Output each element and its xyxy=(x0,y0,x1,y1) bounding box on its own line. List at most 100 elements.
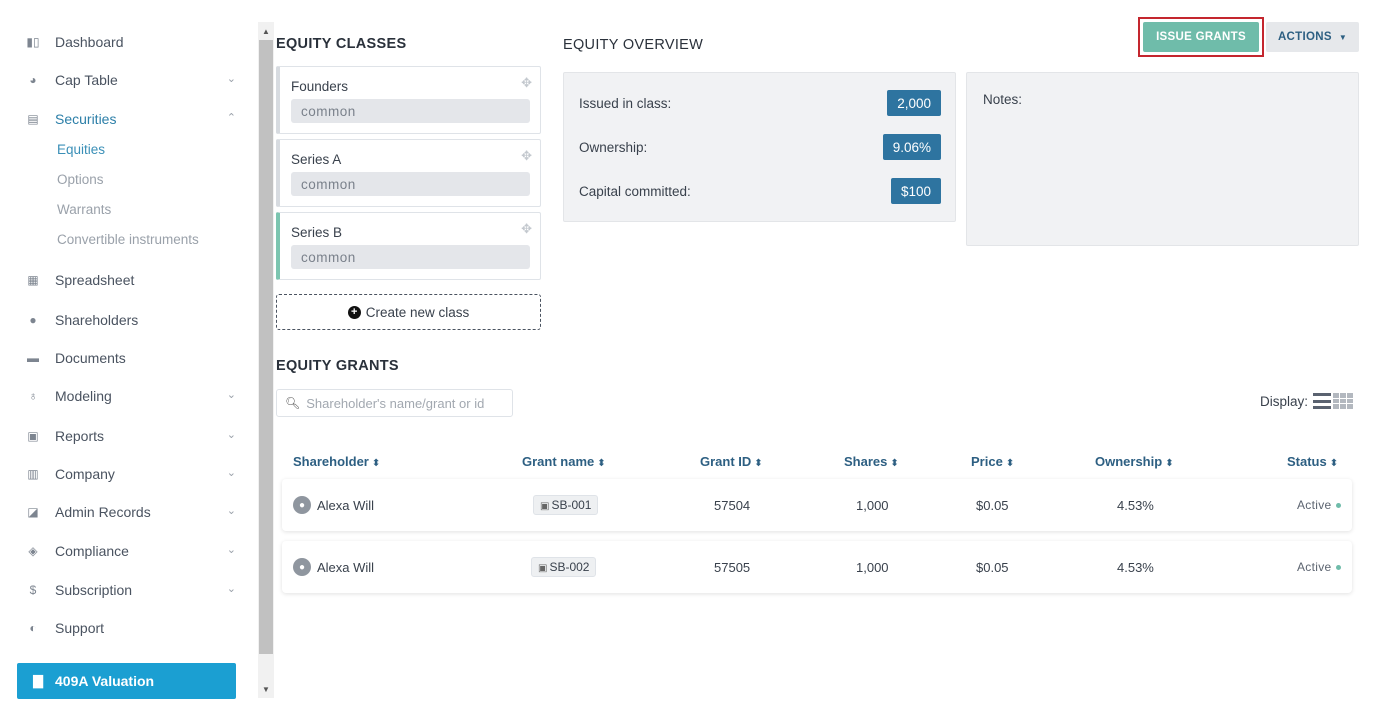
search-icon: 🔍︎ xyxy=(285,396,301,410)
create-new-class-button[interactable]: + Create new class xyxy=(276,294,541,330)
column-header-price[interactable]: Price ⬍ xyxy=(971,454,1014,469)
sidebar-item-documents[interactable]: ▬ Documents xyxy=(26,346,238,370)
status-dot-icon xyxy=(1336,565,1342,571)
chevron-down-icon: ⌄ xyxy=(226,505,236,517)
clipboard-icon: ▤ xyxy=(27,112,39,126)
sidebar-item-cap-table[interactable]: ◕ Cap Table ⌄ xyxy=(26,68,238,92)
sidebar-item-compliance[interactable]: ◈ Compliance ⌄ xyxy=(26,539,238,563)
sidebar-item-subscription[interactable]: $ Subscription ⌄ xyxy=(26,578,238,602)
sidebar-item-modeling[interactable]: ♁ Modeling ⌄ xyxy=(26,384,238,408)
grant-name-text: SB-001 xyxy=(551,498,592,512)
sidebar-item-admin-records[interactable]: ◪ Admin Records ⌄ xyxy=(26,500,238,524)
table-row[interactable]: ● Alexa Will ▣ SB-001 57504 1,000 $0.05 4… xyxy=(282,479,1352,531)
sort-icon: ⬍ xyxy=(1005,458,1015,469)
list-view-icon[interactable] xyxy=(1313,393,1332,409)
sidebar-subitem-equities[interactable]: Equities xyxy=(57,139,105,159)
class-card-series-a[interactable]: Series A ✥ common xyxy=(276,139,541,207)
scrollbar-thumb[interactable] xyxy=(259,40,273,654)
equity-classes-title: EQUITY CLASSES xyxy=(276,36,407,52)
plus-circle-icon: + xyxy=(347,305,361,319)
scroll-up-arrow-icon[interactable]: ▲ xyxy=(258,24,274,38)
cell-shareholder[interactable]: ● Alexa Will xyxy=(293,479,374,531)
valuation-label: 409A Valuation xyxy=(55,673,155,689)
column-header-grant-name[interactable]: Grant name ⬍ xyxy=(522,454,606,469)
sidebar-item-label: Cap Table xyxy=(55,72,118,88)
cell-price: $0.05 xyxy=(976,497,1009,513)
chevron-down-icon: ⌄ xyxy=(226,389,236,401)
certificate-icon: ▣ xyxy=(538,563,548,574)
caret-down-icon: ▼ xyxy=(1338,32,1348,42)
support-icon: ◐ xyxy=(29,621,37,635)
sidebar-subitem-warrants[interactable]: Warrants xyxy=(57,199,111,219)
sidebar-item-dashboard[interactable]: ▮▯ Dashboard xyxy=(26,30,238,54)
sort-icon: ⬍ xyxy=(1165,458,1174,469)
scroll-down-arrow-icon[interactable]: ▼ xyxy=(258,682,274,696)
sort-icon: ⬍ xyxy=(371,458,381,469)
sidebar-item-company[interactable]: ▥ Company ⌄ xyxy=(26,462,238,486)
pie-chart-icon: ◕ xyxy=(29,73,37,87)
grant-search-input[interactable] xyxy=(306,395,507,411)
sidebar-item-label: Dashboard xyxy=(55,34,124,50)
drag-handle-icon[interactable]: ✥ xyxy=(521,148,532,164)
409a-valuation-button[interactable]: ▇ 409A Valuation xyxy=(17,663,236,699)
display-label: Display: xyxy=(1260,393,1309,409)
sidebar-subitem-options[interactable]: Options xyxy=(57,169,104,189)
chevron-down-icon: ⌄ xyxy=(226,544,236,556)
column-header-ownership[interactable]: Ownership ⬍ xyxy=(1095,454,1174,469)
class-card-founders[interactable]: Founders ✥ common xyxy=(276,66,541,134)
sidebar-item-reports[interactable]: ▣ Reports ⌄ xyxy=(26,424,238,448)
sidebar-item-label: Documents xyxy=(55,350,126,366)
issue-grants-button[interactable]: ISSUE GRANTS xyxy=(1143,22,1259,52)
drag-handle-icon[interactable]: ✥ xyxy=(521,75,532,91)
cell-status: Active xyxy=(1297,479,1342,531)
cell-grant-name[interactable]: ▣ SB-002 xyxy=(531,541,597,593)
shareholder-name: Alexa Will xyxy=(317,559,375,575)
chevron-down-icon: ⌄ xyxy=(226,467,236,479)
cell-price: $0.05 xyxy=(976,559,1009,575)
records-icon: ◪ xyxy=(27,505,39,519)
column-header-grant-id[interactable]: Grant ID ⬍ xyxy=(700,454,763,469)
sidebar-item-securities[interactable]: ▤ Securities ⌃ xyxy=(26,107,238,131)
table-row[interactable]: ● Alexa Will ▣ SB-002 57505 1,000 $0.05 4… xyxy=(282,541,1352,593)
chevron-down-icon: ⌄ xyxy=(226,73,236,85)
actions-dropdown-button[interactable]: ACTIONS ▼ xyxy=(1266,22,1359,52)
sidebar-item-label: Company xyxy=(55,466,115,482)
grid-view-icon[interactable] xyxy=(1333,393,1354,409)
sidebar-item-shareholders[interactable]: ● Shareholders xyxy=(26,308,238,332)
grant-search-box[interactable]: 🔍︎ xyxy=(276,389,513,417)
sidebar-item-label: Modeling xyxy=(55,388,112,404)
sidebar-item-label: Reports xyxy=(55,428,105,444)
sidebar-scrollbar[interactable]: ▲ ▼ xyxy=(258,22,274,698)
chevron-down-icon: ⌄ xyxy=(226,429,236,441)
drag-handle-icon[interactable]: ✥ xyxy=(521,221,532,237)
actions-label: ACTIONS xyxy=(1277,31,1332,43)
overview-label: Issued in class: xyxy=(579,95,672,111)
lightbulb-icon: ♁ xyxy=(28,389,38,403)
column-header-shares[interactable]: Shares ⬍ xyxy=(844,454,899,469)
grant-chip[interactable]: ▣ SB-002 xyxy=(531,557,597,577)
sidebar-item-support[interactable]: ◐ Support xyxy=(26,616,238,640)
sidebar-item-spreadsheet[interactable]: ▦ Spreadsheet xyxy=(26,268,238,292)
grant-chip[interactable]: ▣ SB-001 xyxy=(533,495,599,515)
avatar-icon: ● xyxy=(293,496,311,514)
cell-shares: 1,000 xyxy=(856,497,889,513)
class-type-tag: common xyxy=(291,245,530,269)
sort-icon: ⬍ xyxy=(754,458,763,469)
cell-grant-name[interactable]: ▣ SB-001 xyxy=(533,479,599,531)
status-text: Active xyxy=(1297,560,1332,574)
status-badge: Active xyxy=(1297,498,1342,512)
notes-panel[interactable]: Notes: xyxy=(966,72,1359,246)
cell-shares: 1,000 xyxy=(856,559,889,575)
class-card-series-b[interactable]: Series B ✥ common xyxy=(276,212,541,280)
user-icon: ● xyxy=(29,313,37,327)
certificate-icon: ▣ xyxy=(540,501,550,512)
status-badge: Active xyxy=(1297,560,1342,574)
display-toggle: Display: xyxy=(1260,393,1354,409)
class-type-tag: common xyxy=(291,172,530,196)
column-header-status[interactable]: Status ⬍ xyxy=(1287,454,1338,469)
column-header-shareholder[interactable]: Shareholder ⬍ xyxy=(293,454,380,469)
sidebar-subitem-convertible-instruments[interactable]: Convertible instruments xyxy=(57,229,199,249)
cell-shareholder[interactable]: ● Alexa Will xyxy=(293,541,374,593)
equity-grants-title: EQUITY GRANTS xyxy=(276,358,399,374)
class-type-tag: common xyxy=(291,99,530,123)
